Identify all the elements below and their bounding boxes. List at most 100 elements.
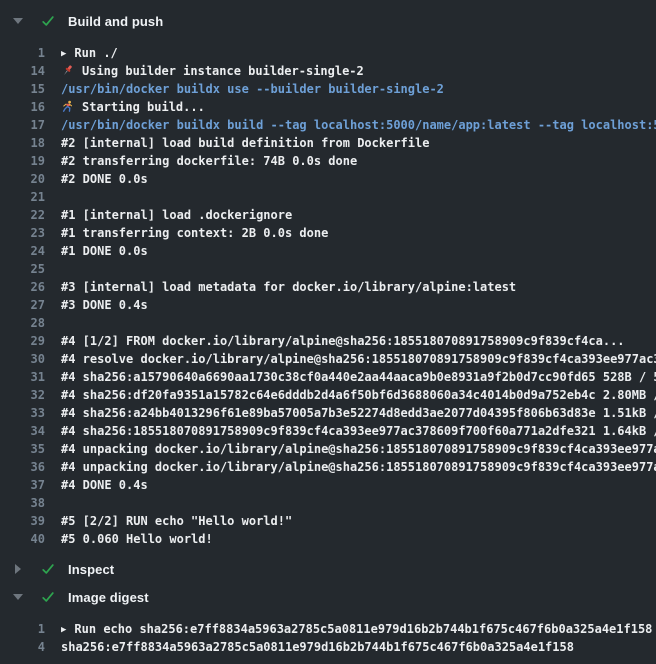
line-number: 36 (0, 458, 45, 476)
section-title: Image digest (68, 590, 149, 605)
section-build-and-push: Build and push 1▶Run ./14Using builder i… (0, 8, 656, 556)
line-number: 35 (0, 440, 45, 458)
log-line[interactable]: 21 (0, 188, 656, 206)
log-line[interactable]: 18 #2 [internal] load build definition fr… (0, 134, 656, 152)
line-text: #4 sha256:df20fa9351a15782c64e6dddb2d4a6… (61, 388, 656, 402)
section-inspect: Inspect (0, 556, 656, 582)
log-line[interactable]: 27 #3 DONE 0.4s (0, 296, 656, 314)
log-line[interactable]: 20 #2 DONE 0.0s (0, 170, 656, 188)
line-number: 30 (0, 350, 45, 368)
log-line[interactable]: 15/usr/bin/docker buildx use --builder b… (0, 80, 656, 98)
log-line[interactable]: 23 #1 transferring context: 2B 0.0s done (0, 224, 656, 242)
line-text: #4 sha256:a24bb4013296f61e89ba57005a7b3e… (61, 406, 656, 420)
line-number: 32 (0, 386, 45, 404)
log-line[interactable]: 40#5 0.060 Hello world! (0, 530, 656, 548)
line-number: 34 (0, 422, 45, 440)
line-text: #5 0.060 Hello world! (61, 532, 213, 546)
log-line[interactable]: 25 (0, 260, 656, 278)
line-number: 19 (0, 152, 45, 170)
log-line[interactable]: 30 #4 resolve docker.io/library/alpine@sh… (0, 350, 656, 368)
workflow-log-viewer: Build and push 1▶Run ./14Using builder i… (0, 0, 656, 664)
line-text: #3 DONE 0.4s (61, 298, 148, 312)
section-log-lines: 1▶Run ./14Using builder instance builder… (0, 34, 656, 556)
line-text: #1 transferring context: 2B 0.0s done (61, 226, 328, 240)
log-line[interactable]: 35 #4 unpacking docker.io/library/alpine@… (0, 440, 656, 458)
line-number: 17 (0, 116, 45, 134)
log-line[interactable]: 4 sha256:e7ff8834a5963a2785c5a0811e979d16… (0, 638, 656, 656)
success-check-icon (40, 589, 56, 605)
log-line[interactable]: 24 #1 DONE 0.0s (0, 242, 656, 260)
line-number: 20 (0, 170, 45, 188)
chevron-down-icon[interactable] (12, 594, 24, 600)
line-text: #2 [internal] load build definition from… (61, 136, 429, 150)
line-text: #2 DONE 0.0s (61, 172, 148, 186)
line-number: 29 (0, 332, 45, 350)
line-number: 14 (0, 62, 45, 80)
line-number: 16 (0, 98, 45, 116)
section-header-image-digest[interactable]: Image digest (0, 584, 656, 610)
line-text: #4 unpacking docker.io/library/alpine@sh… (61, 442, 656, 456)
line-text: #4 unpacking docker.io/library/alpine@sh… (61, 460, 656, 474)
pushpin-icon (61, 64, 75, 80)
log-line[interactable]: 39 #5 [2/2] RUN echo "Hello world!" (0, 512, 656, 530)
line-number: 26 (0, 278, 45, 296)
line-text: #4 [1/2] FROM docker.io/library/alpine@s… (61, 334, 625, 348)
line-number: 33 (0, 404, 45, 422)
line-number: 24 (0, 242, 45, 260)
log-line[interactable]: 16 Starting build... (0, 98, 656, 116)
chevron-right-icon[interactable] (12, 564, 24, 574)
log-line[interactable]: 28 (0, 314, 656, 332)
line-number: 18 (0, 134, 45, 152)
line-text: #1 [internal] load .dockerignore (61, 208, 292, 222)
log-line[interactable]: 19 #2 transferring dockerfile: 74B 0.0s d… (0, 152, 656, 170)
line-number: 25 (0, 260, 45, 278)
section-log-lines: 1 ▶Run echo sha256:e7ff8834a5963a2785c5a0… (0, 610, 656, 664)
log-line[interactable]: 36 #4 unpacking docker.io/library/alpine@… (0, 458, 656, 476)
expand-arrow-icon[interactable]: ▶ (61, 621, 66, 638)
line-number: 21 (0, 188, 45, 206)
line-text: #1 DONE 0.0s (61, 244, 148, 258)
line-text: #4 resolve docker.io/library/alpine@sha2… (61, 352, 656, 366)
line-number: 22 (0, 206, 45, 224)
line-text: Starting build... (61, 100, 205, 114)
line-text: #3 [internal] load metadata for docker.i… (61, 280, 516, 294)
line-number: 37 (0, 476, 45, 494)
section-title: Build and push (68, 14, 163, 29)
expand-arrow-icon[interactable]: ▶ (61, 45, 66, 62)
log-line[interactable]: 29 #4 [1/2] FROM docker.io/library/alpine… (0, 332, 656, 350)
line-text: sha256:e7ff8834a5963a2785c5a0811e979d16b… (61, 640, 574, 654)
success-check-icon (40, 561, 56, 577)
line-text: ▶Run ./ (61, 46, 118, 60)
log-line[interactable]: 37#4 DONE 0.4s (0, 476, 656, 494)
line-number: 4 (0, 638, 45, 656)
line-text: #2 transferring dockerfile: 74B 0.0s don… (61, 154, 357, 168)
log-line[interactable]: 22 #1 [internal] load .dockerignore (0, 206, 656, 224)
line-text: ▶Run echo sha256:e7ff8834a5963a2785c5a08… (61, 622, 652, 636)
line-number: 1 (0, 620, 45, 638)
section-header-inspect[interactable]: Inspect (0, 556, 656, 582)
section-title: Inspect (68, 562, 114, 577)
line-number: 39 (0, 512, 45, 530)
log-line[interactable]: 26 #3 [internal] load metadata for docker… (0, 278, 656, 296)
log-line[interactable]: 31#4 sha256:a15790640a6690aa1730c38cf0a4… (0, 368, 656, 386)
log-line[interactable]: 38 (0, 494, 656, 512)
chevron-down-icon[interactable] (12, 18, 24, 24)
line-text: #4 sha256:185518070891758909c9f839cf4ca3… (61, 424, 656, 438)
log-line[interactable]: 14Using builder instance builder-single-… (0, 62, 656, 80)
log-line[interactable]: 32 #4 sha256:df20fa9351a15782c64e6dddb2d4… (0, 386, 656, 404)
command-line-text: /usr/bin/docker buildx build --tag local… (61, 118, 656, 132)
line-number: 23 (0, 224, 45, 242)
log-line[interactable]: 1 ▶Run echo sha256:e7ff8834a5963a2785c5a0… (0, 620, 656, 638)
line-number: 38 (0, 494, 45, 512)
section-header-build-and-push[interactable]: Build and push (0, 8, 656, 34)
command-line-text: /usr/bin/docker buildx use --builder bui… (61, 82, 444, 96)
line-text: #5 [2/2] RUN echo "Hello world!" (61, 514, 292, 528)
log-line[interactable]: 33 #4 sha256:a24bb4013296f61e89ba57005a7b… (0, 404, 656, 422)
log-line[interactable]: 34 #4 sha256:185518070891758909c9f839cf4c… (0, 422, 656, 440)
log-line[interactable]: 1▶Run ./ (0, 44, 656, 62)
section-image-digest: Image digest 1 ▶Run echo sha256:e7ff8834a… (0, 584, 656, 664)
line-number: 28 (0, 314, 45, 332)
log-line[interactable]: 17/usr/bin/docker buildx build --tag loc… (0, 116, 656, 134)
line-number: 31 (0, 368, 45, 386)
line-number: 27 (0, 296, 45, 314)
